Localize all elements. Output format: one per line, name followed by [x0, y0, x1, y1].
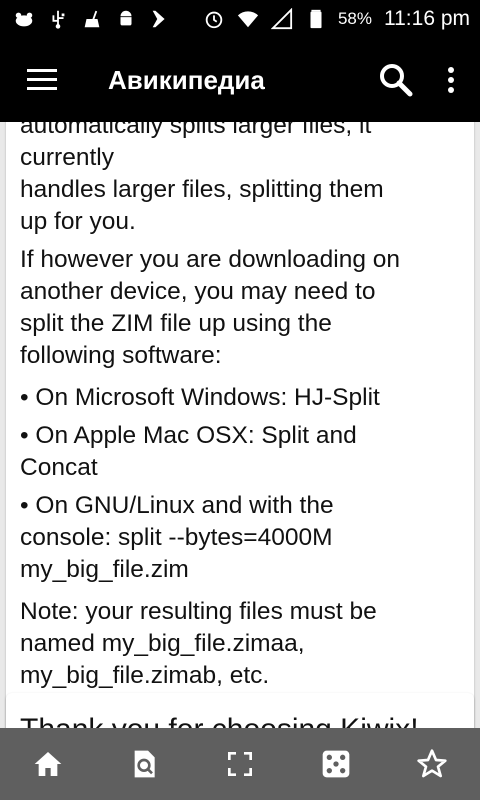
find-in-page-button[interactable]: [96, 728, 192, 800]
status-right: 58% 11:16 pm: [202, 7, 470, 31]
bookmark-star-icon: [417, 749, 447, 778]
partial-line: automatically splits larger files, it cu…: [20, 122, 372, 171]
search-button[interactable]: [364, 38, 428, 122]
android-icon: [114, 7, 138, 31]
bullet-item: • On GNU/Linux and with the: [20, 492, 334, 519]
menu-button[interactable]: [0, 38, 84, 122]
text-line: handles larger files, splitting them: [20, 176, 384, 203]
cat-notification-icon: [12, 7, 36, 31]
home-button[interactable]: [0, 728, 96, 800]
bullet-item: • On Apple Mac OSX: Split and: [20, 422, 357, 449]
fullscreen-button[interactable]: [192, 728, 288, 800]
bullet-item: console: split --bytes=4000M: [20, 524, 333, 551]
more-options-button[interactable]: [428, 38, 474, 122]
text-line: split the ZIM file up using the: [20, 310, 332, 337]
article-content[interactable]: automatically splits larger files, it cu…: [0, 122, 480, 728]
bullet-item: • On Microsoft Windows: HJ-Split: [20, 384, 380, 411]
text-line: up for you.: [20, 208, 136, 235]
wifi-icon: [236, 7, 260, 31]
random-dice-icon: [322, 750, 350, 778]
cleaner-icon: [80, 7, 104, 31]
find-in-page-icon: [134, 750, 155, 778]
status-bar: 58% 11:16 pm: [0, 0, 480, 38]
bullet-item: my_big_file.zim: [20, 556, 189, 583]
search-icon: [380, 64, 413, 97]
text-line: If however you are downloading on: [20, 246, 401, 273]
status-left: [12, 7, 172, 31]
random-article-button[interactable]: [288, 728, 384, 800]
signal-icon: [270, 7, 294, 31]
text-line: following software:: [20, 342, 222, 369]
bottom-toolbar: [0, 728, 480, 800]
hamburger-menu-icon: [27, 69, 57, 90]
next-card-heading: Thank you for choosing Kiwix!: [20, 713, 460, 728]
usb-icon: [46, 7, 70, 31]
home-icon: [34, 752, 62, 776]
screen: 58% 11:16 pm Авикипедиа automatically sp…: [0, 0, 480, 800]
next-card: Thank you for choosing Kiwix!: [6, 693, 474, 728]
note-line: my_big_file.zimab, etc.: [20, 662, 270, 689]
app-bar: Авикипедиа: [0, 38, 480, 122]
text-line: another device, you may need to: [20, 278, 376, 305]
app-title: Авикипедиа: [108, 64, 265, 95]
article-card: automatically splits larger files, it cu…: [6, 122, 474, 728]
more-vertical-icon: [448, 67, 454, 93]
bullet-item: Concat: [20, 454, 98, 481]
alarm-icon: [202, 7, 226, 31]
clock: 11:16 pm: [384, 7, 470, 30]
checkmark-flag-icon: [148, 7, 172, 31]
fullscreen-icon: [228, 752, 252, 776]
note-line: named my_big_file.zimaa,: [20, 630, 305, 657]
battery-icon: [304, 7, 328, 31]
battery-percent: 58%: [337, 9, 372, 28]
bookmark-button[interactable]: [384, 728, 480, 800]
note-line: Note: your resulting files must be: [20, 598, 377, 625]
